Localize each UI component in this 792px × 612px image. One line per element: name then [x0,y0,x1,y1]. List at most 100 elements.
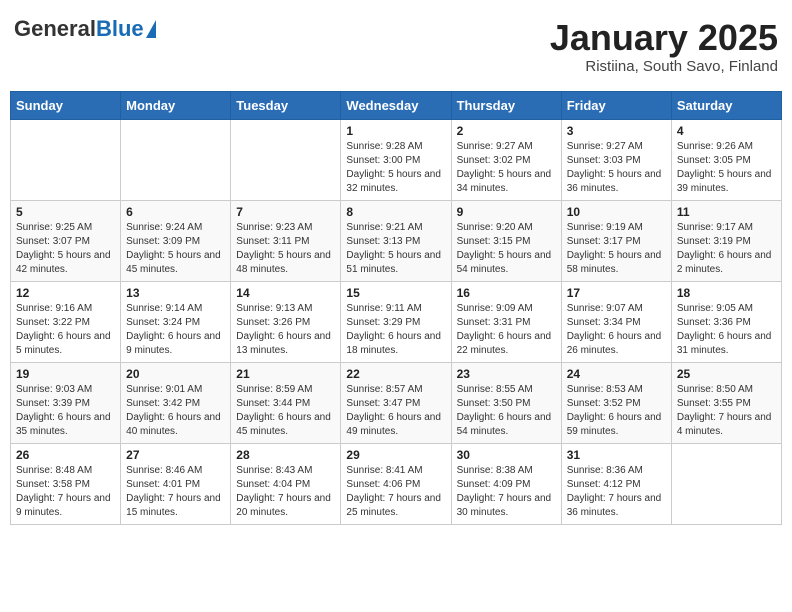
day-number: 11 [677,205,776,219]
cell-content: Sunrise: 8:59 AM Sunset: 3:44 PM Dayligh… [236,383,335,439]
calendar-cell: 13 Sunrise: 9:14 AM Sunset: 3:24 PM Dayli… [121,281,231,362]
day-number: 26 [16,448,115,462]
calendar-week-row: 12 Sunrise: 9:16 AM Sunset: 3:22 PM Dayli… [11,281,782,362]
cell-content: Sunrise: 9:13 AM Sunset: 3:26 PM Dayligh… [236,302,335,358]
weekday-header: Monday [121,91,231,119]
day-number: 7 [236,205,335,219]
cell-content: Sunrise: 9:07 AM Sunset: 3:34 PM Dayligh… [567,302,666,358]
cell-content: Sunrise: 8:50 AM Sunset: 3:55 PM Dayligh… [677,383,776,439]
calendar-cell: 27Sunrise: 8:46 AM Sunset: 4:01 PM Dayli… [121,443,231,524]
calendar-cell: 6 Sunrise: 9:24 AM Sunset: 3:09 PM Daylig… [121,200,231,281]
day-number: 27 [126,448,225,462]
calendar-cell: 10 Sunrise: 9:19 AM Sunset: 3:17 PM Dayli… [561,200,671,281]
cell-content: Sunrise: 9:05 AM Sunset: 3:36 PM Dayligh… [677,302,776,358]
cell-content: Sunrise: 8:43 AM Sunset: 4:04 PM Dayligh… [236,464,335,520]
calendar-cell: 4 Sunrise: 9:26 AM Sunset: 3:05 PM Daylig… [671,119,781,200]
calendar-cell: 7 Sunrise: 9:23 AM Sunset: 3:11 PM Daylig… [231,200,341,281]
weekday-header: Sunday [11,91,121,119]
weekday-header: Wednesday [341,91,451,119]
calendar-cell: 9Sunrise: 9:20 AM Sunset: 3:15 PM Daylig… [451,200,561,281]
day-number: 10 [567,205,666,219]
calendar-cell: 30 Sunrise: 8:38 AM Sunset: 4:09 PM Dayli… [451,443,561,524]
calendar-cell: 20Sunrise: 9:01 AM Sunset: 3:42 PM Dayli… [121,362,231,443]
cell-content: Sunrise: 9:03 AM Sunset: 3:39 PM Dayligh… [16,383,115,439]
cell-content: Sunrise: 9:09 AM Sunset: 3:31 PM Dayligh… [457,302,556,358]
day-number: 22 [346,367,445,381]
cell-content: Sunrise: 8:38 AM Sunset: 4:09 PM Dayligh… [457,464,556,520]
day-number: 21 [236,367,335,381]
day-number: 13 [126,286,225,300]
day-number: 30 [457,448,556,462]
cell-content: Sunrise: 9:17 AM Sunset: 3:19 PM Dayligh… [677,221,776,277]
day-number: 29 [346,448,445,462]
location-subtitle: Ristiina, South Savo, Finland [550,58,778,75]
day-number: 12 [16,286,115,300]
cell-content: Sunrise: 8:48 AM Sunset: 3:58 PM Dayligh… [16,464,115,520]
calendar-cell: 12 Sunrise: 9:16 AM Sunset: 3:22 PM Dayli… [11,281,121,362]
calendar-cell: 24 Sunrise: 8:53 AM Sunset: 3:52 PM Dayli… [561,362,671,443]
day-number: 3 [567,124,666,138]
day-number: 18 [677,286,776,300]
cell-content: Sunrise: 8:41 AM Sunset: 4:06 PM Dayligh… [346,464,445,520]
cell-content: Sunrise: 9:16 AM Sunset: 3:22 PM Dayligh… [16,302,115,358]
logo-general: GeneralBlue [14,18,144,40]
cell-content: Sunrise: 8:36 AM Sunset: 4:12 PM Dayligh… [567,464,666,520]
calendar-cell: 19Sunrise: 9:03 AM Sunset: 3:39 PM Dayli… [11,362,121,443]
calendar-cell: 14 Sunrise: 9:13 AM Sunset: 3:26 PM Dayli… [231,281,341,362]
calendar-cell: 28 Sunrise: 8:43 AM Sunset: 4:04 PM Dayli… [231,443,341,524]
calendar-cell [671,443,781,524]
logo-triangle-icon [146,20,156,38]
calendar-cell: 29 Sunrise: 8:41 AM Sunset: 4:06 PM Dayli… [341,443,451,524]
calendar-cell: 25 Sunrise: 8:50 AM Sunset: 3:55 PM Dayli… [671,362,781,443]
cell-content: Sunrise: 9:19 AM Sunset: 3:17 PM Dayligh… [567,221,666,277]
weekday-header: Friday [561,91,671,119]
cell-content: Sunrise: 9:14 AM Sunset: 3:24 PM Dayligh… [126,302,225,358]
weekday-header: Thursday [451,91,561,119]
weekday-header: Tuesday [231,91,341,119]
cell-content: Sunrise: 9:11 AM Sunset: 3:29 PM Dayligh… [346,302,445,358]
calendar-cell: 15 Sunrise: 9:11 AM Sunset: 3:29 PM Dayli… [341,281,451,362]
cell-content: Sunrise: 9:24 AM Sunset: 3:09 PM Dayligh… [126,221,225,277]
day-number: 8 [346,205,445,219]
calendar-cell: 31Sunrise: 8:36 AM Sunset: 4:12 PM Dayli… [561,443,671,524]
calendar-cell: 22 Sunrise: 8:57 AM Sunset: 3:47 PM Dayli… [341,362,451,443]
day-number: 25 [677,367,776,381]
calendar-cell: 1Sunrise: 9:28 AM Sunset: 3:00 PM Daylig… [341,119,451,200]
logo: GeneralBlue [14,18,156,40]
calendar-cell: 3Sunrise: 9:27 AM Sunset: 3:03 PM Daylig… [561,119,671,200]
calendar-cell: 11 Sunrise: 9:17 AM Sunset: 3:19 PM Dayli… [671,200,781,281]
page-header: GeneralBlue January 2025 Ristiina, South… [10,10,782,83]
calendar-cell: 5Sunrise: 9:25 AM Sunset: 3:07 PM Daylig… [11,200,121,281]
day-number: 6 [126,205,225,219]
day-number: 23 [457,367,556,381]
cell-content: Sunrise: 9:26 AM Sunset: 3:05 PM Dayligh… [677,140,776,196]
weekday-header: Saturday [671,91,781,119]
cell-content: Sunrise: 9:27 AM Sunset: 3:02 PM Dayligh… [457,140,556,196]
calendar-cell: 17Sunrise: 9:07 AM Sunset: 3:34 PM Dayli… [561,281,671,362]
calendar-cell: 8 Sunrise: 9:21 AM Sunset: 3:13 PM Daylig… [341,200,451,281]
day-number: 14 [236,286,335,300]
calendar-week-row: 26 Sunrise: 8:48 AM Sunset: 3:58 PM Dayli… [11,443,782,524]
calendar-cell: 23Sunrise: 8:55 AM Sunset: 3:50 PM Dayli… [451,362,561,443]
cell-content: Sunrise: 9:23 AM Sunset: 3:11 PM Dayligh… [236,221,335,277]
day-number: 24 [567,367,666,381]
cell-content: Sunrise: 8:57 AM Sunset: 3:47 PM Dayligh… [346,383,445,439]
calendar-cell: 16 Sunrise: 9:09 AM Sunset: 3:31 PM Dayli… [451,281,561,362]
calendar-cell: 2 Sunrise: 9:27 AM Sunset: 3:02 PM Daylig… [451,119,561,200]
day-number: 4 [677,124,776,138]
calendar-cell: 18 Sunrise: 9:05 AM Sunset: 3:36 PM Dayli… [671,281,781,362]
day-number: 15 [346,286,445,300]
day-number: 2 [457,124,556,138]
day-number: 16 [457,286,556,300]
cell-content: Sunrise: 9:25 AM Sunset: 3:07 PM Dayligh… [16,221,115,277]
weekday-header-row: SundayMondayTuesdayWednesdayThursdayFrid… [11,91,782,119]
calendar-week-row: 1Sunrise: 9:28 AM Sunset: 3:00 PM Daylig… [11,119,782,200]
day-number: 28 [236,448,335,462]
calendar-cell: 26 Sunrise: 8:48 AM Sunset: 3:58 PM Dayli… [11,443,121,524]
cell-content: Sunrise: 9:01 AM Sunset: 3:42 PM Dayligh… [126,383,225,439]
cell-content: Sunrise: 9:21 AM Sunset: 3:13 PM Dayligh… [346,221,445,277]
day-number: 9 [457,205,556,219]
calendar-cell [231,119,341,200]
cell-content: Sunrise: 8:53 AM Sunset: 3:52 PM Dayligh… [567,383,666,439]
calendar-cell [121,119,231,200]
